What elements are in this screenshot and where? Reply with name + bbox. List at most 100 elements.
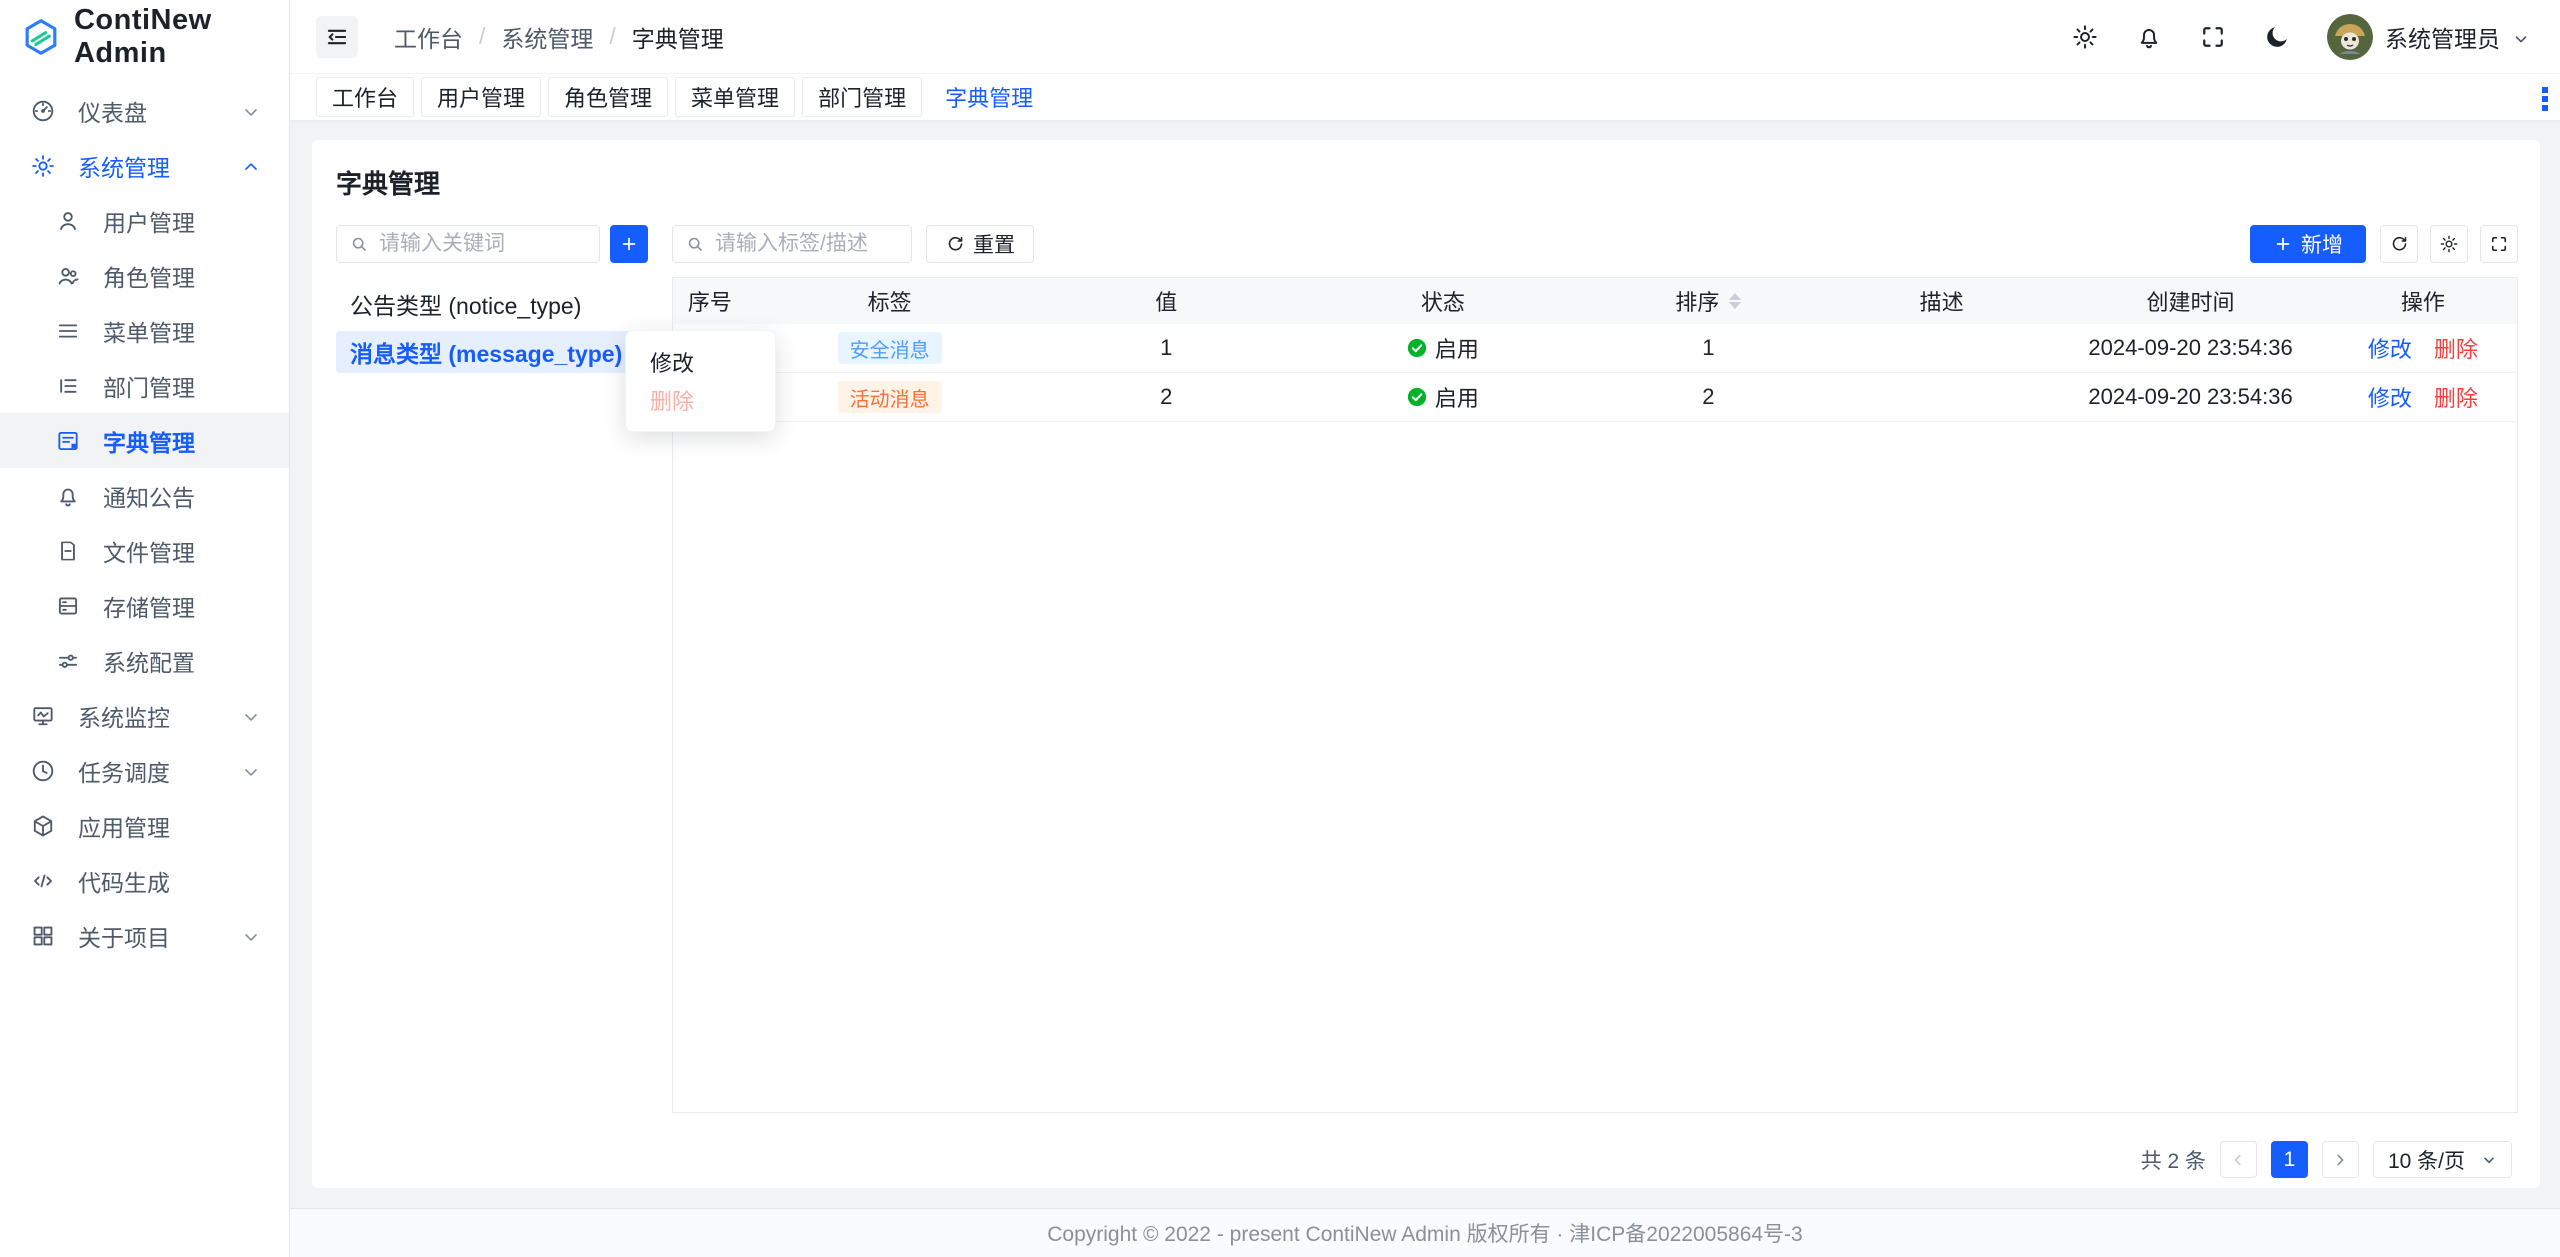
cell-sort: 1 — [1586, 335, 1831, 361]
tab-dict-mgmt[interactable]: 字典管理 — [929, 77, 1049, 117]
sidebar-item-label: 字典管理 — [103, 424, 195, 458]
users-icon — [55, 263, 81, 289]
edit-link[interactable]: 修改 — [2368, 381, 2412, 413]
app-logo[interactable]: ContiNew Admin — [0, 0, 289, 73]
breadcrumb: 工作台 / 系统管理 / 字典管理 — [394, 20, 724, 54]
user-menu[interactable]: 系统管理员 — [2327, 14, 2530, 60]
keyword-search-field[interactable] — [379, 232, 587, 256]
tab-user-mgmt[interactable]: 用户管理 — [421, 77, 541, 117]
add-label: 新增 — [2301, 229, 2343, 259]
clock-icon — [30, 758, 56, 784]
col-header-sort[interactable]: 排序 — [1586, 285, 1831, 317]
tree-list-icon — [55, 373, 81, 399]
sidebar-item-notice-mgmt[interactable]: 通知公告 — [0, 468, 289, 523]
sort-carets-icon[interactable] — [1729, 293, 1741, 309]
sidebar-item-menu-mgmt[interactable]: 菜单管理 — [0, 303, 289, 358]
fullscreen-icon — [2489, 234, 2509, 254]
user-name: 系统管理员 — [2385, 20, 2500, 54]
chevron-right-icon — [2331, 1151, 2349, 1169]
sidebar-item-role-mgmt[interactable]: 角色管理 — [0, 248, 289, 303]
table-header-row: 序号 标签 值 状态 排序 描述 创建时间 操作 — [673, 278, 2517, 324]
tab-label: 部门管理 — [818, 81, 906, 113]
edit-link[interactable]: 修改 — [2368, 332, 2412, 364]
menu-lines-icon — [55, 318, 81, 344]
user-icon — [55, 208, 81, 234]
tab-dept-mgmt[interactable]: 部门管理 — [802, 77, 922, 117]
col-header-ops: 操作 — [2329, 285, 2517, 317]
sidebar-item-label: 任务调度 — [78, 754, 170, 788]
breadcrumb-item[interactable]: 系统管理 — [501, 20, 593, 54]
sidebar-item-scheduler[interactable]: 任务调度 — [0, 743, 289, 798]
file-icon — [55, 538, 81, 564]
sidebar-item-storage-mgmt[interactable]: 存储管理 — [0, 578, 289, 633]
add-dict-type-button[interactable] — [610, 225, 648, 263]
sidebar-item-label: 存储管理 — [103, 589, 195, 623]
add-button[interactable]: 新增 — [2250, 225, 2366, 263]
page-number-1[interactable]: 1 — [2271, 1141, 2308, 1178]
sidebar-item-sys-config[interactable]: 系统配置 — [0, 633, 289, 688]
chevron-down-icon — [241, 761, 261, 781]
status-enabled-icon — [1407, 387, 1427, 407]
table-row[interactable]: 活动消息 2 启用 2 2024-09-20 23:54:36 修改删除 — [673, 373, 2517, 422]
sidebar-item-dashboard[interactable]: 仪表盘 — [0, 83, 289, 138]
tab-more-icon[interactable] — [2542, 87, 2548, 111]
header-actions: 系统管理员 — [2071, 14, 2530, 60]
settings-icon[interactable] — [2071, 23, 2099, 51]
context-menu-delete[interactable]: 删除 — [626, 381, 775, 419]
dict-type-item-notice[interactable]: 公告类型 (notice_type) — [336, 283, 648, 325]
refresh-table-button[interactable] — [2380, 225, 2418, 263]
filter-search-input[interactable] — [672, 225, 912, 263]
dict-type-item-message[interactable]: 消息类型 (message_type) — [336, 331, 648, 373]
breadcrumb-separator: / — [609, 23, 615, 50]
gear-icon — [2439, 234, 2459, 254]
page-size-value: 10 条/页 — [2388, 1145, 2465, 1175]
sliders-icon — [55, 648, 81, 674]
sidebar-item-dict-mgmt[interactable]: 字典管理 — [0, 413, 289, 468]
reset-button[interactable]: 重置 — [926, 225, 1034, 263]
notifications-bell-icon[interactable] — [2135, 23, 2163, 51]
sidebar-item-codegen[interactable]: 代码生成 — [0, 853, 289, 908]
page-size-select[interactable]: 10 条/页 — [2373, 1141, 2512, 1178]
tab-menu-mgmt[interactable]: 菜单管理 — [675, 77, 795, 117]
keyword-search-input[interactable] — [336, 225, 600, 263]
col-header-created: 创建时间 — [2052, 285, 2329, 317]
column-settings-button[interactable] — [2430, 225, 2468, 263]
next-page-button[interactable] — [2322, 1141, 2359, 1178]
sidebar-item-label: 部门管理 — [103, 369, 195, 403]
app-root: ContiNew Admin 仪表盘 系统管理 用户管理 角色管理 — [0, 0, 2560, 1257]
sidebar-item-user-mgmt[interactable]: 用户管理 — [0, 193, 289, 248]
sidebar-item-label: 菜单管理 — [103, 314, 195, 348]
delete-link[interactable]: 删除 — [2434, 332, 2478, 364]
breadcrumb-item[interactable]: 字典管理 — [632, 20, 724, 54]
tag-badge: 活动消息 — [838, 381, 942, 413]
sidebar-item-app-mgmt[interactable]: 应用管理 — [0, 798, 289, 853]
fullscreen-icon[interactable] — [2199, 23, 2227, 51]
main-region: 工作台 / 系统管理 / 字典管理 系统管理员 — [290, 0, 2560, 1257]
tab-role-mgmt[interactable]: 角色管理 — [548, 77, 668, 117]
plus-icon — [2273, 234, 2293, 254]
tab-label: 用户管理 — [437, 81, 525, 113]
context-menu-edit[interactable]: 修改 — [626, 343, 775, 381]
dict-type-list: 公告类型 (notice_type) 消息类型 (message_type) — [336, 283, 648, 373]
filter-search-field[interactable] — [715, 232, 899, 256]
sidebar-item-system[interactable]: 系统管理 — [0, 138, 289, 193]
tab-label: 菜单管理 — [691, 81, 779, 113]
content-area: 字典管理 — [290, 120, 2560, 1208]
table-fullscreen-button[interactable] — [2480, 225, 2518, 263]
sidebar-item-about[interactable]: 关于项目 — [0, 908, 289, 963]
sidebar-item-file-mgmt[interactable]: 文件管理 — [0, 523, 289, 578]
table-row[interactable]: 1 安全消息 1 启用 1 2024-09-20 23:54:36 修改删除 — [673, 324, 2517, 373]
sidebar-item-dept-mgmt[interactable]: 部门管理 — [0, 358, 289, 413]
prev-page-button[interactable] — [2220, 1141, 2257, 1178]
cell-value: 2 — [1033, 384, 1300, 410]
sidebar-collapse-button[interactable] — [316, 16, 358, 58]
dict-item-panel: 重置 新增 — [672, 225, 2518, 1178]
tab-workbench[interactable]: 工作台 — [316, 77, 414, 117]
context-menu: 修改 删除 — [625, 330, 776, 432]
cell-value: 1 — [1033, 335, 1300, 361]
sidebar-item-monitor[interactable]: 系统监控 — [0, 688, 289, 743]
delete-link[interactable]: 删除 — [2434, 381, 2478, 413]
dark-mode-moon-icon[interactable] — [2263, 23, 2291, 51]
breadcrumb-item[interactable]: 工作台 — [394, 20, 463, 54]
cube-icon — [30, 813, 56, 839]
